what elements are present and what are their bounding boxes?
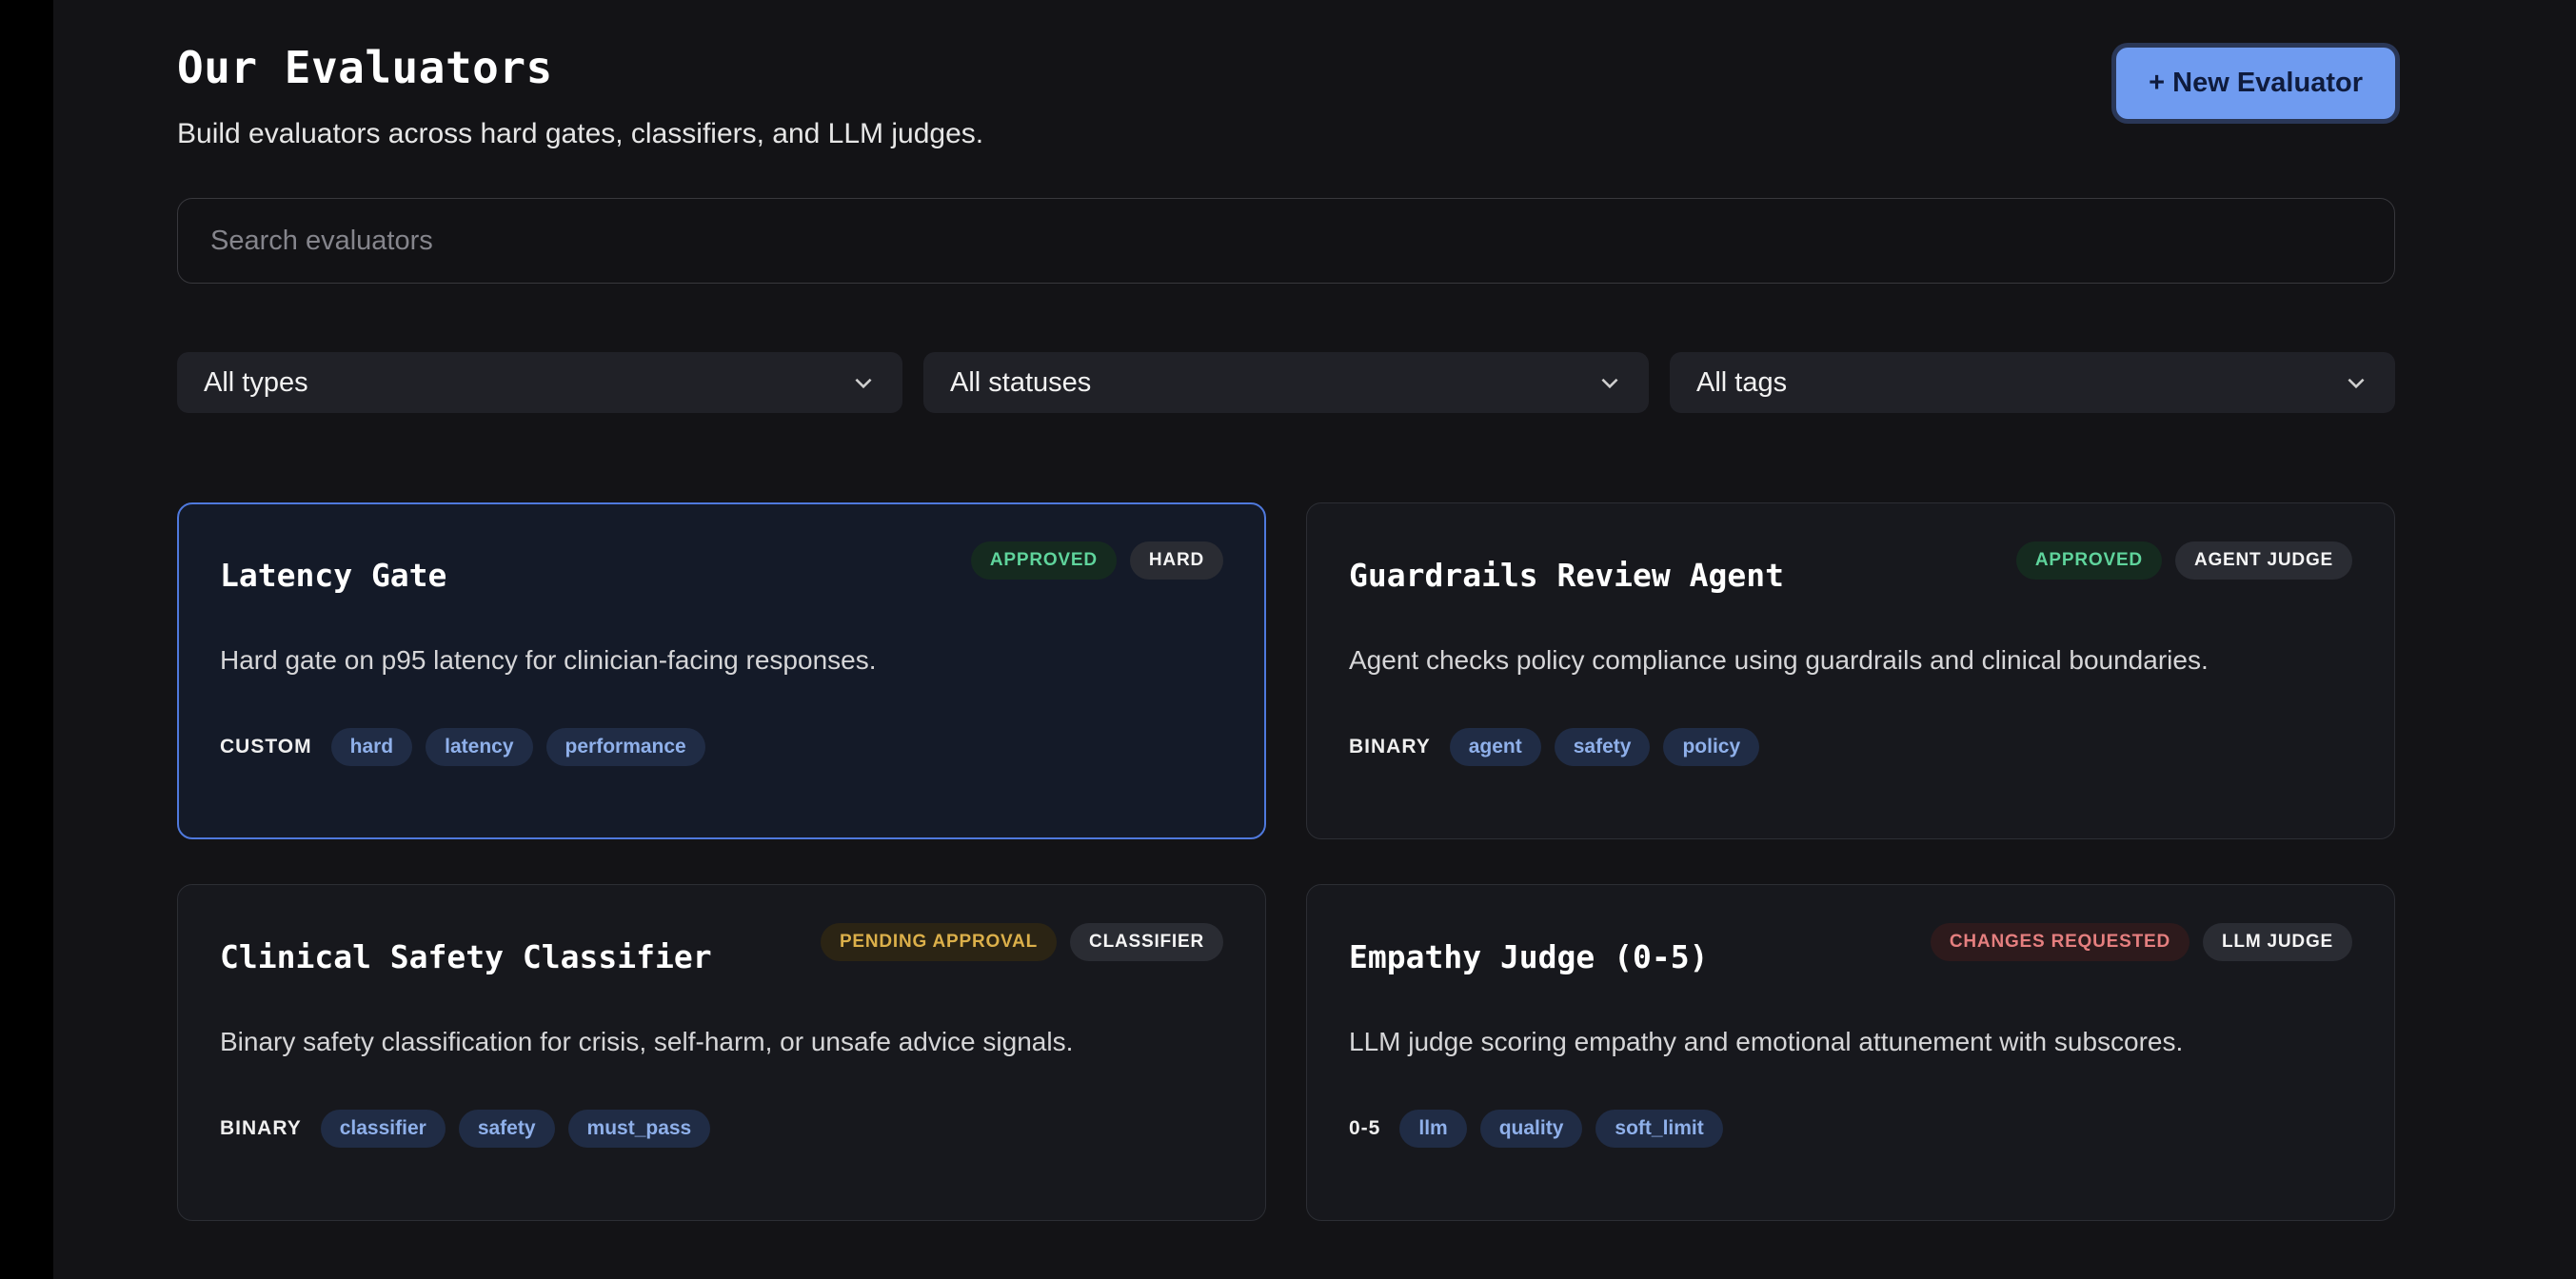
evaluator-grid: Latency Gate APPROVED HARD Hard gate on … (177, 502, 2395, 1221)
card-description: Agent checks policy compliance using gua… (1349, 641, 2352, 679)
tag-chip: classifier (321, 1110, 446, 1148)
scale-label: 0-5 (1349, 1117, 1380, 1140)
type-badge: AGENT JUDGE (2175, 541, 2352, 580)
filter-bar: All types All statuses All tags (177, 352, 2395, 413)
tag-chip: safety (459, 1110, 555, 1148)
chevron-down-icon (1597, 370, 1622, 395)
card-title: Latency Gate (220, 557, 446, 594)
tag-chip: must_pass (568, 1110, 711, 1148)
tag-chip: soft_limit (1595, 1110, 1722, 1148)
evaluator-card-latency-gate[interactable]: Latency Gate APPROVED HARD Hard gate on … (177, 502, 1266, 839)
card-title: Clinical Safety Classifier (220, 938, 712, 975)
card-title: Guardrails Review Agent (1349, 557, 1784, 594)
filter-statuses-label: All statuses (950, 367, 1091, 399)
scale-label: CUSTOM (220, 736, 312, 758)
filter-tags-label: All tags (1696, 367, 1787, 399)
tag-chip: agent (1450, 728, 1541, 766)
card-description: Binary safety classification for crisis,… (220, 1023, 1223, 1060)
tag-chip: quality (1480, 1110, 1583, 1148)
filter-statuses-dropdown[interactable]: All statuses (923, 352, 1649, 413)
main-panel: Our Evaluators Build evaluators across h… (53, 0, 2576, 1279)
card-description: Hard gate on p95 latency for clinician-f… (220, 641, 1223, 679)
filter-types-label: All types (204, 367, 308, 399)
chevron-down-icon (851, 370, 876, 395)
card-title: Empathy Judge (0-5) (1349, 938, 1709, 975)
status-badge: PENDING APPROVAL (821, 923, 1057, 961)
status-badge: CHANGES REQUESTED (1931, 923, 2190, 961)
chevron-down-icon (2344, 370, 2368, 395)
card-description: LLM judge scoring empathy and emotional … (1349, 1023, 2352, 1060)
scale-label: BINARY (1349, 736, 1431, 758)
tag-chip: policy (1663, 728, 1759, 766)
evaluator-card-guardrails-review-agent[interactable]: Guardrails Review Agent APPROVED AGENT J… (1306, 502, 2395, 839)
filter-types-dropdown[interactable]: All types (177, 352, 902, 413)
evaluator-card-empathy-judge[interactable]: Empathy Judge (0-5) CHANGES REQUESTED LL… (1306, 884, 2395, 1221)
page-header: Our Evaluators Build evaluators across h… (177, 42, 2395, 150)
type-badge: HARD (1130, 541, 1223, 580)
filter-tags-dropdown[interactable]: All tags (1670, 352, 2395, 413)
evaluator-card-clinical-safety-classifier[interactable]: Clinical Safety Classifier PENDING APPRO… (177, 884, 1266, 1221)
page-title: Our Evaluators (177, 42, 983, 93)
new-evaluator-button[interactable]: + New Evaluator (2116, 48, 2395, 119)
status-badge: APPROVED (971, 541, 1117, 580)
tag-chip: llm (1399, 1110, 1466, 1148)
tag-chip: performance (546, 728, 705, 766)
tag-chip: hard (331, 728, 413, 766)
tag-chip: safety (1555, 728, 1651, 766)
page-subtitle: Build evaluators across hard gates, clas… (177, 118, 983, 150)
type-badge: CLASSIFIER (1070, 923, 1223, 961)
type-badge: LLM JUDGE (2203, 923, 2352, 961)
evaluators-page: Our Evaluators Build evaluators across h… (0, 0, 2576, 1279)
search-input[interactable] (177, 198, 2395, 284)
scale-label: BINARY (220, 1117, 302, 1140)
status-badge: APPROVED (2016, 541, 2162, 580)
tag-chip: latency (426, 728, 532, 766)
